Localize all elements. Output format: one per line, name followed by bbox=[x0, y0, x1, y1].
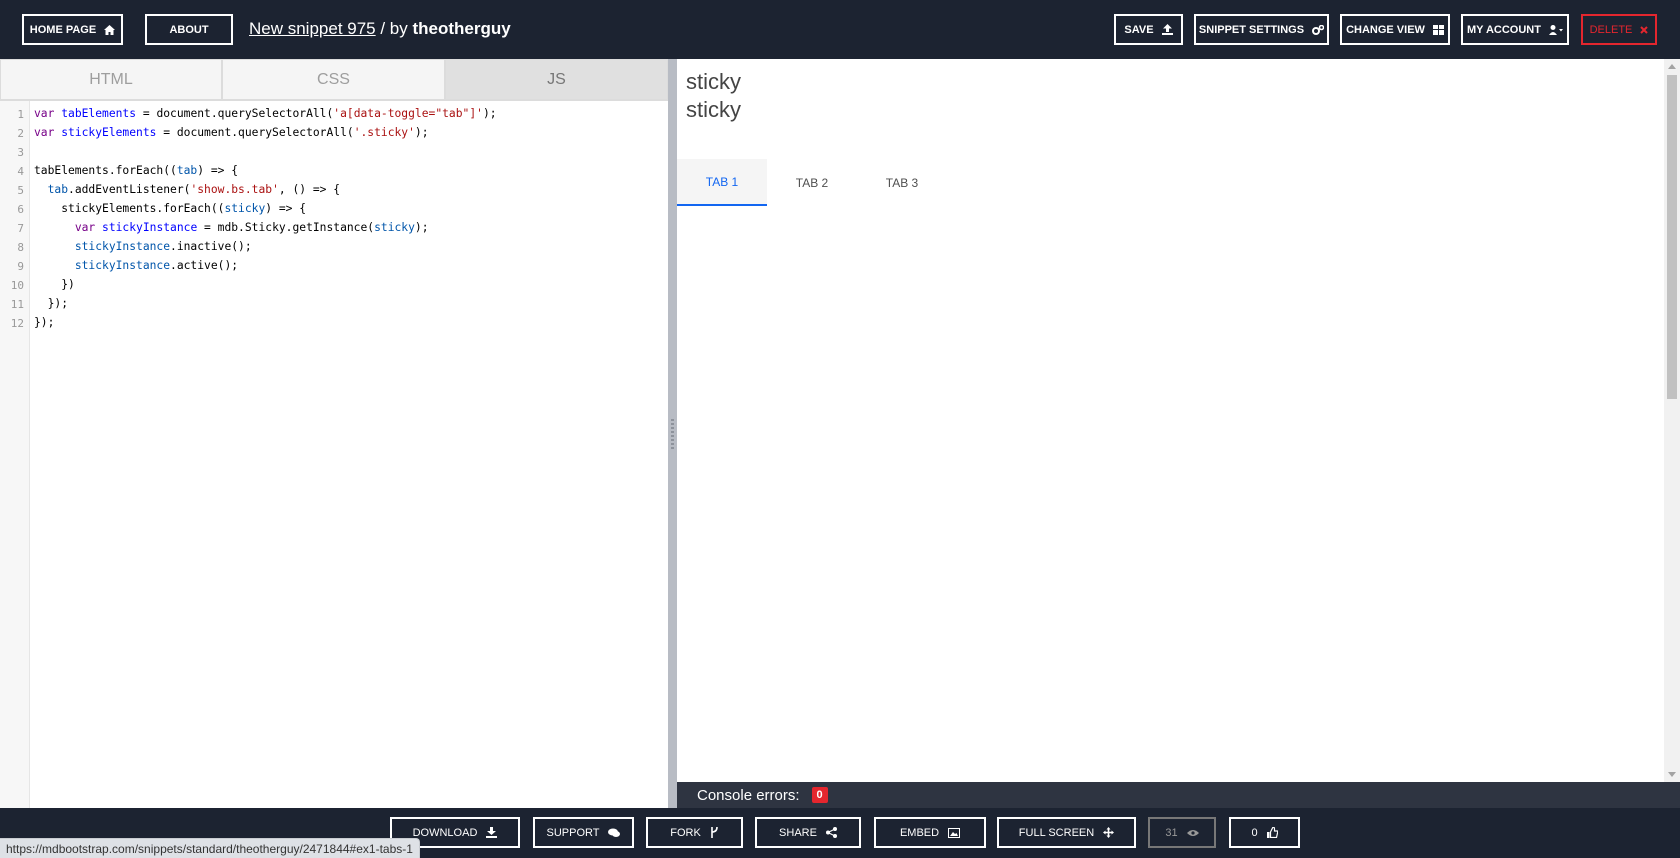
save-button[interactable]: SAVE bbox=[1114, 14, 1183, 45]
line-number: 5 bbox=[17, 184, 24, 197]
fork-button[interactable]: FORK bbox=[646, 817, 743, 848]
embed-button[interactable]: EMBED bbox=[874, 817, 986, 848]
line-number: 1 bbox=[17, 108, 24, 121]
views-count: 31 bbox=[1165, 826, 1178, 839]
tab-1[interactable]: TAB 1 bbox=[677, 159, 767, 206]
tab-3[interactable]: TAB 3 bbox=[857, 159, 947, 206]
view-icon bbox=[1432, 24, 1444, 35]
code-line: }); bbox=[34, 297, 69, 310]
about-label: ABOUT bbox=[169, 23, 209, 36]
like-button[interactable]: 0 bbox=[1229, 817, 1300, 848]
status-bar-url: https://mdbootstrap.com/snippets/standar… bbox=[0, 838, 420, 858]
share-icon bbox=[825, 827, 837, 838]
code-line: var tabElements = document.querySelector… bbox=[34, 107, 497, 120]
code-line: stickyElements.forEach((sticky) => { bbox=[34, 202, 307, 215]
line-number: 4 bbox=[17, 165, 24, 178]
support-button[interactable]: SUPPORT bbox=[533, 817, 634, 848]
preview-scrollbar[interactable] bbox=[1664, 59, 1680, 782]
code-textarea[interactable]: 1 2 3 4 5 6 7 8 9 10 11 12 var tabElemen… bbox=[0, 100, 668, 809]
thumbs-up-icon bbox=[1266, 827, 1278, 838]
pane-splitter[interactable] bbox=[668, 59, 677, 808]
move-icon bbox=[1103, 827, 1115, 838]
console-errors-label: Console errors: bbox=[697, 786, 800, 804]
line-number: 3 bbox=[17, 146, 24, 159]
preview-pane: sticky sticky TAB 1 TAB 2 TAB 3 bbox=[677, 59, 1680, 782]
line-number-gutter: 1 2 3 4 5 6 7 8 9 10 11 12 bbox=[0, 101, 30, 809]
views-counter: 31 bbox=[1148, 817, 1216, 848]
about-button[interactable]: ABOUT bbox=[145, 14, 233, 45]
snippet-settings-button[interactable]: SNIPPET SETTINGS bbox=[1194, 14, 1329, 45]
comments-icon bbox=[608, 828, 621, 837]
cogs-icon bbox=[1312, 24, 1325, 35]
snippet-settings-label: SNIPPET SETTINGS bbox=[1198, 23, 1305, 36]
by-text: / by bbox=[375, 19, 413, 38]
embed-label: EMBED bbox=[899, 826, 940, 839]
code-line: var stickyInstance = mdb.Sticky.getInsta… bbox=[74, 221, 429, 234]
delete-label: DELETE bbox=[1589, 23, 1633, 36]
splitter-grip bbox=[671, 419, 674, 449]
console-error-count: 0 bbox=[811, 787, 828, 803]
editor-tabs: HTML CSS JS bbox=[0, 59, 668, 100]
fork-label: FORK bbox=[670, 826, 701, 839]
fork-icon bbox=[710, 827, 718, 838]
share-button[interactable]: SHARE bbox=[755, 817, 861, 848]
delete-button[interactable]: DELETE bbox=[1581, 14, 1657, 45]
home-icon bbox=[104, 24, 116, 35]
code-line: stickyInstance.inactive(); bbox=[74, 240, 252, 253]
line-number: 2 bbox=[17, 127, 24, 140]
scroll-down-arrow[interactable] bbox=[1668, 772, 1676, 777]
likes-count: 0 bbox=[1251, 826, 1258, 839]
line-number: 9 bbox=[17, 260, 24, 273]
code-line: }) bbox=[34, 278, 75, 291]
image-icon bbox=[948, 827, 961, 838]
code-editor-pane: HTML CSS JS 1 2 3 4 5 6 7 8 9 10 11 12 v… bbox=[0, 59, 668, 809]
support-label: SUPPORT bbox=[546, 826, 600, 839]
snippet-name-link[interactable]: New snippet 975 bbox=[249, 19, 376, 38]
scroll-up-arrow[interactable] bbox=[1668, 64, 1676, 69]
download-icon bbox=[486, 827, 498, 838]
top-bar: HOME PAGE ABOUT New snippet 975 / by the… bbox=[0, 0, 1680, 59]
tab-2[interactable]: TAB 2 bbox=[767, 159, 857, 206]
line-number: 11 bbox=[10, 298, 24, 311]
line-number: 6 bbox=[17, 203, 24, 216]
my-account-button[interactable]: MY ACCOUNT bbox=[1461, 14, 1569, 45]
home-page-button[interactable]: HOME PAGE bbox=[22, 14, 123, 45]
tab-js[interactable]: JS bbox=[445, 59, 668, 100]
code-line: var stickyElements = document.querySelec… bbox=[34, 126, 429, 139]
download-label: DOWNLOAD bbox=[412, 826, 478, 839]
snippet-author[interactable]: theotherguy bbox=[413, 19, 511, 38]
save-label: SAVE bbox=[1124, 23, 1154, 36]
full-screen-button[interactable]: FULL SCREEN bbox=[997, 817, 1136, 848]
code-line: tabElements.forEach((tab) => { bbox=[34, 164, 239, 177]
line-number: 10 bbox=[10, 279, 24, 292]
sticky-text: sticky bbox=[686, 97, 741, 122]
tab-html[interactable]: HTML bbox=[0, 59, 222, 100]
console-bar: Console errors: 0 bbox=[677, 782, 1680, 808]
line-number: 12 bbox=[10, 317, 24, 330]
preview-tabs: TAB 1 TAB 2 TAB 3 bbox=[677, 159, 947, 206]
code-line: stickyInstance.active(); bbox=[74, 259, 239, 272]
share-label: SHARE bbox=[779, 826, 817, 839]
tab-css[interactable]: CSS bbox=[222, 59, 445, 100]
line-number: 8 bbox=[17, 241, 24, 254]
full-screen-label: FULL SCREEN bbox=[1018, 826, 1095, 839]
my-account-label: MY ACCOUNT bbox=[1467, 23, 1541, 36]
change-view-label: CHANGE VIEW bbox=[1346, 23, 1425, 36]
upload-icon bbox=[1161, 24, 1173, 35]
snippet-title: New snippet 975 / by theotherguy bbox=[249, 19, 511, 39]
code-line: }); bbox=[34, 316, 55, 329]
sticky-text: sticky bbox=[686, 69, 741, 94]
user-icon bbox=[1548, 24, 1563, 35]
close-icon bbox=[1640, 25, 1649, 34]
home-page-label: HOME PAGE bbox=[29, 23, 97, 36]
code-line: tab.addEventListener('show.bs.tab', () =… bbox=[47, 183, 341, 196]
change-view-button[interactable]: CHANGE VIEW bbox=[1340, 14, 1450, 45]
line-number: 7 bbox=[17, 222, 24, 235]
eye-icon bbox=[1186, 829, 1199, 836]
scrollbar-thumb[interactable] bbox=[1667, 75, 1677, 399]
